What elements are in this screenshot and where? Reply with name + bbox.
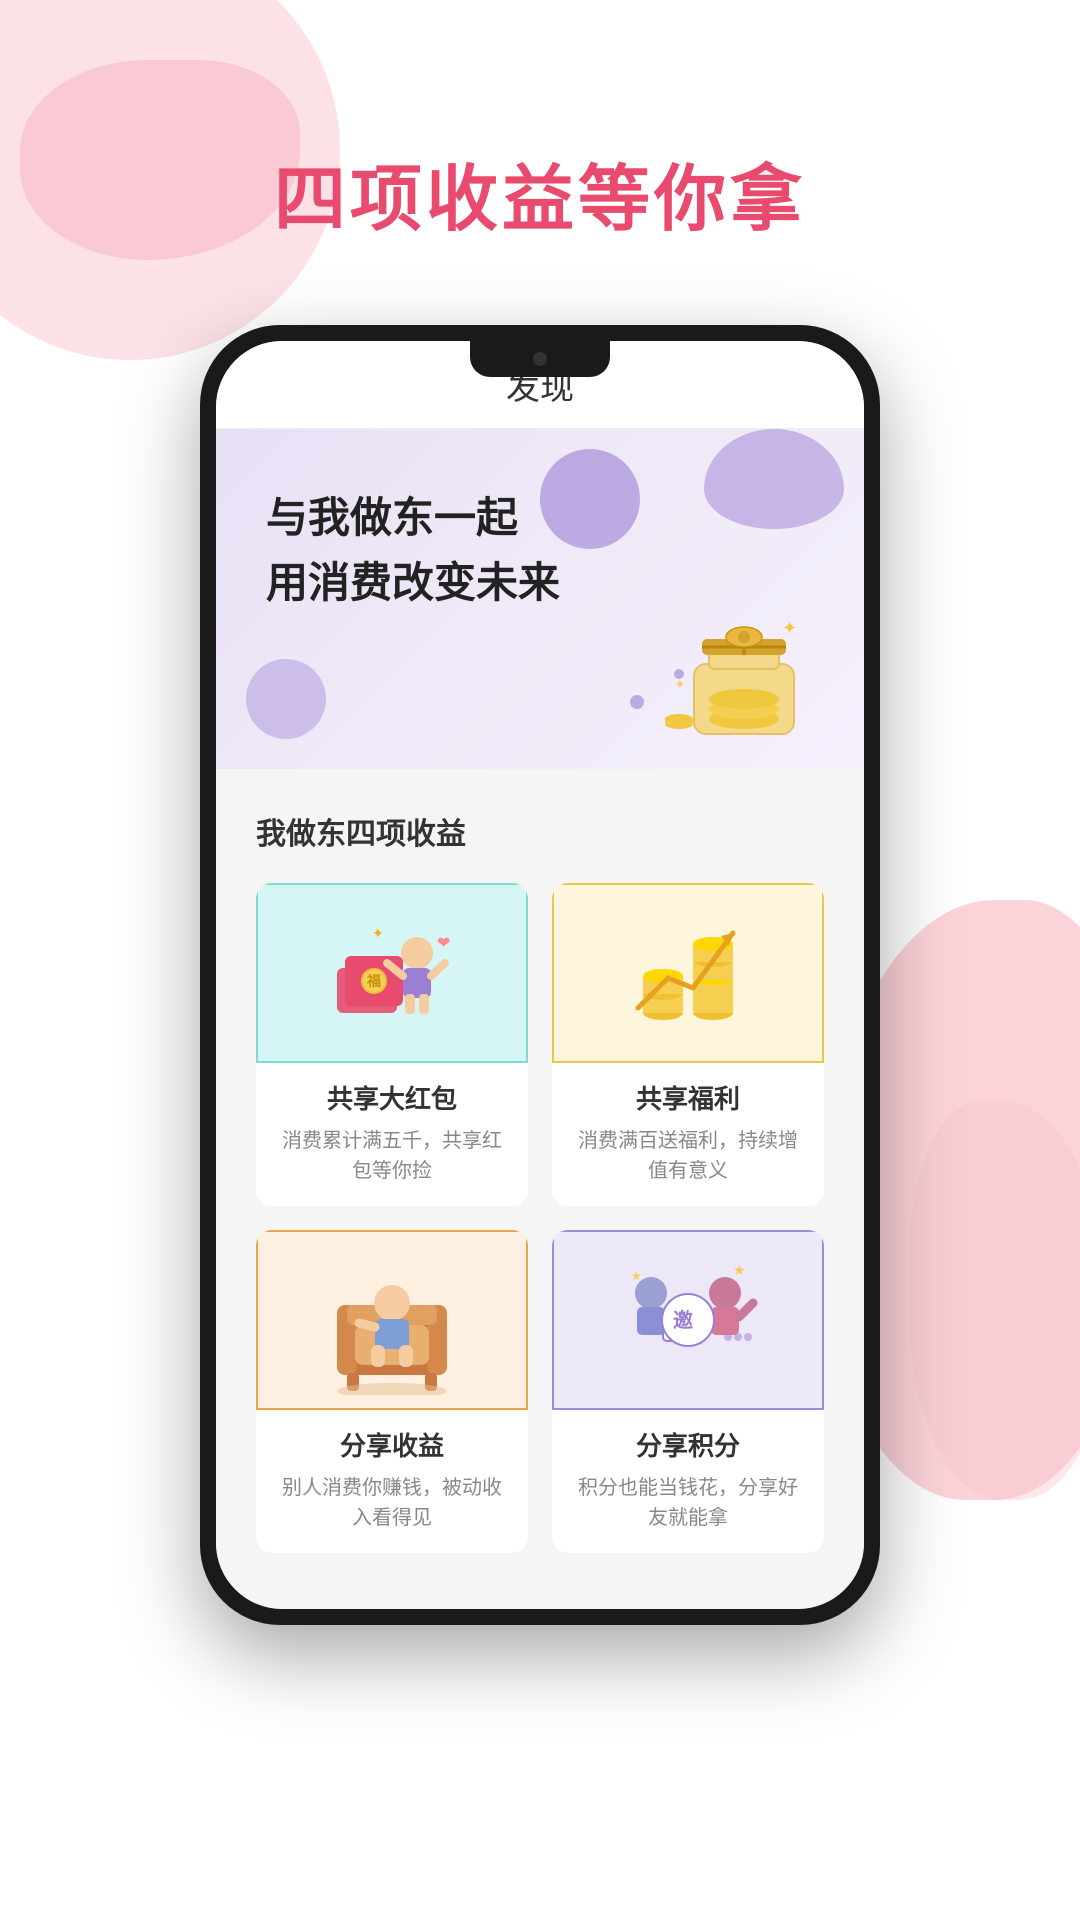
benefits-grid: 福 <box>256 883 824 1553</box>
svg-text:✦: ✦ <box>782 618 797 638</box>
benefit-card-desc-4: 积分也能当钱花，分享好友就能拿 <box>572 1473 804 1533</box>
benefit-card-img-3 <box>256 1230 528 1410</box>
benefit-card-info-4: 分享积分 积分也能当钱花，分享好友就能拿 <box>552 1410 824 1553</box>
hero-line2: 用消费改变未来 <box>266 554 814 613</box>
phone-notch <box>470 341 610 377</box>
benefit-card-redpacket[interactable]: 福 <box>256 883 528 1206</box>
svg-text:✦: ✦ <box>674 676 686 692</box>
benefit-card-info-2: 共享福利 消费满百送福利，持续增值有意义 <box>552 1063 824 1206</box>
benefit-card-title-3: 分享收益 <box>276 1426 508 1463</box>
benefits-section: 我做东四项收益 <box>216 769 864 1583</box>
hero-dot1 <box>630 695 644 709</box>
phone-screen: 发现 与我做东一起 用消费改变未来 <box>216 341 864 1609</box>
hero-line1: 与我做东一起 <box>266 489 814 548</box>
page-title: 四项收益等你拿 <box>0 0 1080 245</box>
hero-blob3 <box>246 659 326 739</box>
hero-banner: 与我做东一起 用消费改变未来 <box>216 429 864 769</box>
svg-text:★: ★ <box>631 1269 642 1283</box>
benefit-card-title-4: 分享积分 <box>572 1426 804 1463</box>
benefit-card-points[interactable]: 邀 ★ ★ <box>552 1230 824 1553</box>
benefit-card-desc-3: 别人消费你赚钱，被动收入看得见 <box>276 1473 508 1533</box>
svg-text:✦: ✦ <box>372 925 384 941</box>
benefit-card-img-1: 福 <box>256 883 528 1063</box>
benefit-card-title-2: 共享福利 <box>572 1079 804 1116</box>
svg-text:福: 福 <box>366 973 381 989</box>
benefit-card-welfare[interactable]: 共享福利 消费满百送福利，持续增值有意义 <box>552 883 824 1206</box>
benefit-card-share[interactable]: 分享收益 别人消费你赚钱，被动收入看得见 <box>256 1230 528 1553</box>
benefit-card-info-1: 共享大红包 消费累计满五千，共享红包等你捡 <box>256 1063 528 1206</box>
svg-text:★: ★ <box>733 1262 746 1278</box>
benefit-card-img-2 <box>552 883 824 1063</box>
benefit-card-info-3: 分享收益 别人消费你赚钱，被动收入看得见 <box>256 1410 528 1553</box>
screen-body: 与我做东一起 用消费改变未来 <box>216 429 864 1609</box>
benefits-section-title: 我做东四项收益 <box>256 809 824 853</box>
phone-frame: 发现 与我做东一起 用消费改变未来 <box>200 325 880 1625</box>
svg-text:邀: 邀 <box>673 1308 693 1332</box>
phone-mockup: 发现 与我做东一起 用消费改变未来 <box>200 325 880 1625</box>
svg-text:❤: ❤ <box>437 935 450 952</box>
benefit-card-desc-1: 消费累计满五千，共享红包等你捡 <box>276 1126 508 1186</box>
benefit-card-img-4: 邀 ★ ★ <box>552 1230 824 1410</box>
coin-jar-illustration: ✦ ✦ <box>664 609 824 749</box>
benefit-card-desc-2: 消费满百送福利，持续增值有意义 <box>572 1126 804 1186</box>
benefit-card-title-1: 共享大红包 <box>276 1079 508 1116</box>
phone-camera-icon <box>533 352 547 366</box>
hero-text: 与我做东一起 用消费改变未来 <box>266 489 814 613</box>
